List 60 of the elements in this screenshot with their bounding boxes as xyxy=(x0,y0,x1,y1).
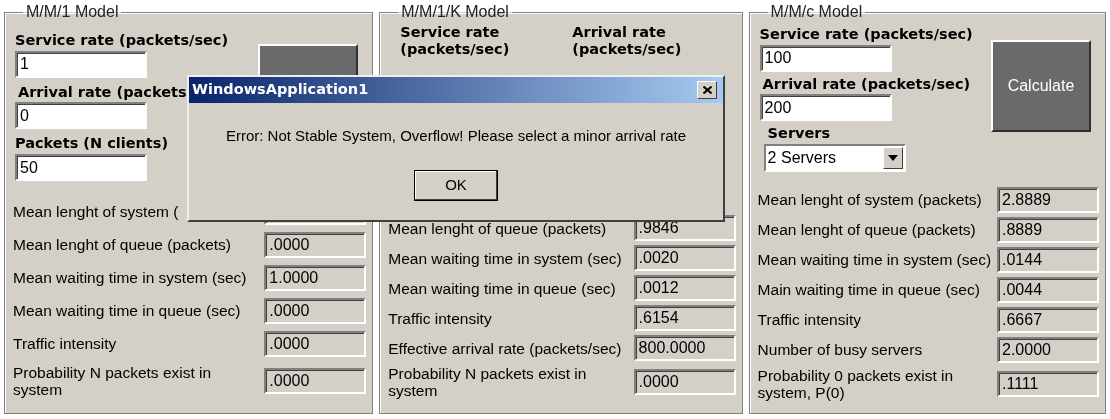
output-field: .0000 xyxy=(264,298,367,324)
result-label: Mean waiting time in queue (sec) xyxy=(388,279,616,297)
window-title: WindowsApplication1 xyxy=(192,80,369,100)
result-label: Traffic intensity xyxy=(13,335,117,353)
result-label: Traffic intensity xyxy=(388,309,492,327)
output-field: 2.8889 xyxy=(997,187,1099,213)
result-label: Mean lenght of system (packets) xyxy=(757,191,982,209)
result-label: Number of busy servers xyxy=(757,341,923,359)
result-label: Mean lenght of queue (packets) xyxy=(757,221,976,239)
output-field: .0020 xyxy=(633,245,736,272)
output-field: .0000 xyxy=(264,232,367,258)
close-button[interactable] xyxy=(697,81,717,99)
result-label: Effective arrival rate (packets/sec) xyxy=(388,339,622,357)
output-field: .0144 xyxy=(997,247,1099,273)
output-field: .0000 xyxy=(264,331,367,357)
result-label: Mean lenght of system ( xyxy=(13,203,179,221)
output-field: .0000 xyxy=(264,368,367,395)
panel-title: M/M/1 Model xyxy=(25,4,120,20)
error-message: Error: Not Stable System, Overflow! Please select a minor arrival rate xyxy=(225,126,687,146)
output-field: .0000 xyxy=(633,369,736,396)
field-label: Packets (N clients) xyxy=(15,135,168,152)
input-field[interactable]: 0 xyxy=(15,102,147,130)
field-label: Servers xyxy=(767,125,831,142)
field-label: Service rate (packets/sec) xyxy=(400,24,511,58)
output-field: .6154 xyxy=(633,305,736,332)
result-label: Traffic intensity xyxy=(757,311,861,329)
result-label: Mean lenght of queue (packets) xyxy=(13,236,231,254)
dropdown[interactable]: 2 Servers xyxy=(763,144,906,172)
result-label: Mean waiting time in system (sec) xyxy=(388,249,622,267)
result-label: Mean waiting time in system (sec) xyxy=(13,269,247,287)
output-field: .8889 xyxy=(997,217,1099,243)
field-label: Arrival rate (packets/sec) xyxy=(572,24,683,58)
close-icon xyxy=(702,86,712,94)
result-label: Probability 0 packets exist in system, P(0) xyxy=(757,367,955,402)
output-field: 2.0000 xyxy=(997,337,1099,363)
input-field[interactable]: 1 xyxy=(15,50,147,78)
field-label: Arrival rate (packets/sec) xyxy=(762,75,971,93)
output-field: .0012 xyxy=(633,275,736,302)
field-label: Service rate (packets/sec) xyxy=(15,32,229,49)
result-label: Mean waiting time in system (sec) xyxy=(757,251,992,269)
field-label: Arrival rate (packets xyxy=(18,83,187,101)
output-field: 1.0000 xyxy=(264,265,367,291)
input-field[interactable]: 100 xyxy=(759,44,892,72)
output-field: .0044 xyxy=(997,277,1099,303)
panel-title: M/M/1/K Model xyxy=(400,4,510,20)
calculate-button[interactable]: Calculate xyxy=(991,40,1091,132)
result-label: Main waiting time in queue (sec) xyxy=(757,281,980,299)
result-label: Probability N packets exist in system xyxy=(388,365,588,400)
result-label: Mean waiting time in queue (sec) xyxy=(13,302,241,320)
output-field: .1111 xyxy=(997,371,1099,398)
dropdown-arrow-icon xyxy=(887,155,898,161)
result-label: Mean lenght of queue (packets) xyxy=(388,219,607,237)
result-label: Probability N packets exist in system xyxy=(13,364,213,399)
output-field: 800.0000 xyxy=(633,335,736,362)
input-field[interactable]: 200 xyxy=(759,94,892,122)
panel-title: M/M/c Model xyxy=(769,4,864,20)
field-label: Service rate (packets/sec) xyxy=(759,26,973,43)
output-field: .6667 xyxy=(997,307,1099,333)
ok-button[interactable]: OK xyxy=(414,169,498,201)
input-field[interactable]: 50 xyxy=(15,154,147,181)
